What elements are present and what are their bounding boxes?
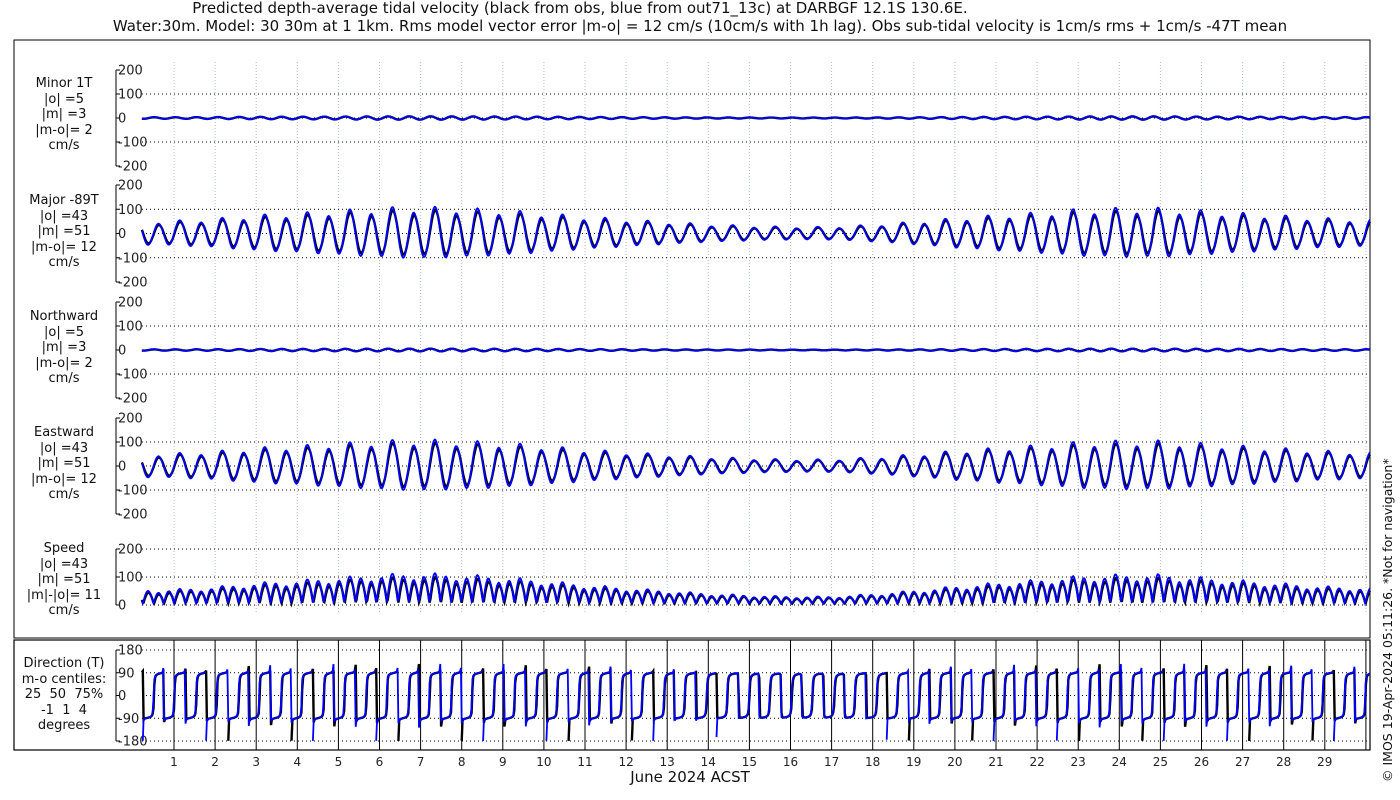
panel-label-line: |m| =51 [37,224,91,239]
x-tick-label: 4 [293,755,301,769]
minor-panel-label: Minor 1T |o| =5 |m| =3 |m-o|= 2 cm/s [16,76,112,154]
direction-panel-label: Direction (T) m-o centiles: 25 50 75% -1 1 … [16,656,112,734]
x-tick-label: 2 [211,755,219,769]
panel-label-line: |m-o|= 12 [31,471,97,487]
upper-frame [13,39,1371,639]
panel-label-line: |o| =5 [43,91,84,107]
panel-label-line: cm/s [48,603,80,618]
y-tick-label: 0 [118,112,126,127]
panel-label-line: |m| =51 [37,456,91,471]
x-tick-label: 25 [1153,755,1168,769]
y-tick-label: 100 [118,320,143,335]
y-tick-label: -100 [118,251,148,266]
panel-label-line: |m-o|= 12 [31,239,97,255]
speed-panel-label: Speed |o| =43 |m| =51 |m|-|o|= 11 cm/s [16,541,112,619]
tidal-velocity-chart: 1 2 3 4 5 6 7 8 9 10 11 12 13 14 15 16 17 18 19 20 21 22 23 24 2… [13,39,1372,769]
x-tick-label: 28 [1276,755,1291,769]
x-tick-label: 19 [906,755,921,769]
panel-label-line: cm/s [48,487,80,502]
y-tick-label: 200 [118,296,143,311]
x-tick-label: 7 [417,755,425,769]
major-obs-line [140,208,1372,256]
y-tick-label: -100 [118,484,148,499]
y-tick-label: -200 [118,508,148,523]
x-tick-label: 10 [536,755,551,769]
x-tick-label: 13 [660,755,675,769]
panel-label-line: |o| =5 [43,324,84,340]
eastward-panel-label: Eastward |o| =43 |m| =51 |m-o|= 12 cm/s [16,425,112,503]
x-tick-label: 21 [988,755,1003,769]
x-tick-label: 12 [618,755,633,769]
x-tick-label: 3 [252,755,260,769]
x-tick-label: 9 [499,755,507,769]
panel-label-line: |m| =51 [37,572,91,587]
panel-label-line: |o| =43 [39,208,89,224]
panel-label-line: Minor 1T [35,76,93,91]
x-tick-label: 18 [865,755,880,769]
y-tick-label: 100 [118,436,143,451]
x-tick-label: 14 [701,755,716,769]
y-tick-label: 0 [118,599,126,614]
y-tick-label: 0 [118,460,126,475]
x-tick-label: 17 [824,755,839,769]
panel-label-line: |m| =3 [41,340,87,355]
panel-label-line: Direction (T) [23,656,105,671]
panel-label-line: cm/s [48,138,80,153]
panel-label-line: Speed [43,541,85,556]
panel-label-line: cm/s [48,255,80,270]
x-tick-label: 27 [1235,755,1250,769]
x-tick-label: 6 [376,755,384,769]
panel-label-line: cm/s [48,371,80,386]
x-tick-label: 23 [1071,755,1086,769]
panel-label-line: |m-o|= 2 [35,355,93,371]
y-tick-label: 0 [118,689,126,704]
panel-label-line: |o| =43 [39,556,89,572]
panel-label-line: |m-o|= 2 [35,122,93,138]
x-tick-label: 29 [1317,755,1332,769]
y-tick-label: -200 [118,392,148,407]
y-tick-label: -100 [118,368,148,383]
panel-label-line: 25 50 75% [24,687,104,702]
x-tick-label: 24 [1112,755,1127,769]
panel-label-line: Northward [29,309,99,324]
y-tick-label: 90 [118,666,135,681]
x-tick-label: 5 [335,755,343,769]
y-tick-label: 200 [118,64,143,79]
panel-label-line: degrees [37,718,91,733]
y-tick-label: -90 [118,712,139,727]
y-tick-label: 200 [118,543,143,558]
y-tick-label: 180 [118,644,143,659]
x-tick-label: 20 [947,755,962,769]
y-tick-label: 200 [118,179,143,194]
credit-text: © IMOS 19-Apr-2024 05:11:26. *Not for na… [1380,458,1395,782]
x-tick-label: 26 [1194,755,1209,769]
x-tick-label: 8 [458,755,466,769]
x-tick-label: 15 [742,755,757,769]
eastward-obs-line [140,441,1371,489]
x-axis-label: June 2024 ACST [630,768,750,786]
panel-label-line: -1 1 4 [40,702,88,718]
y-tick-label: -100 [118,136,148,151]
panel-label-line: |m| =3 [41,107,87,122]
panel-label-line: Eastward [33,425,95,440]
major-panel-label: Major -89T |o| =43 |m| =51 |m-o|= 12 cm/s [16,193,112,271]
y-tick-label: -200 [118,276,148,291]
northward-panel-label: Northward |o| =5 |m| =3 |m-o|= 2 cm/s [16,309,112,387]
x-tick-label: 1 [170,755,178,769]
y-tick-label: 0 [118,227,126,242]
x-tick-label: 16 [783,755,798,769]
x-tick-label: 11 [577,755,592,769]
y-tick-label: 200 [118,412,143,427]
panel-label-line: m-o centiles: [21,671,107,687]
y-tick-label: 100 [118,203,143,218]
x-tick-label: 22 [1029,755,1044,769]
y-tick-label: -200 [118,160,148,175]
y-tick-label: 100 [118,88,143,103]
y-tick-label: 0 [118,344,126,359]
y-tick-label: 100 [118,571,143,586]
panel-label-line: Major -89T [29,193,99,208]
panel-label-line: |m|-|o|= 11 [26,587,102,603]
panel-label-line: |o| =43 [39,440,89,456]
